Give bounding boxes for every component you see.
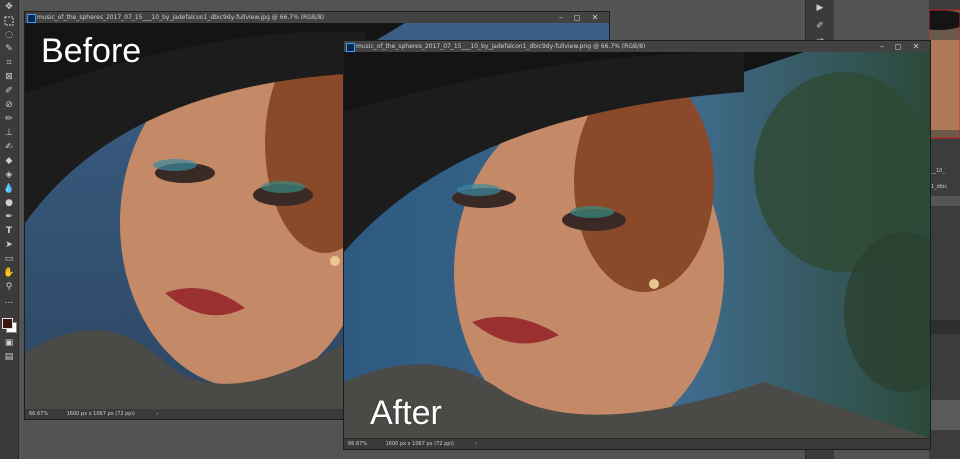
after-document-window[interactable]: music_of_the_spheres_2017_07_15___10_by_… [343,40,931,450]
after-restore-button[interactable]: ◻ [892,41,904,52]
paint-bucket-tool-icon[interactable]: ◈ [0,168,18,182]
pen-tool-icon[interactable]: ✒ [0,210,18,224]
after-minimize-button[interactable]: – [876,41,888,52]
before-zoom-level[interactable]: 66.67% [29,409,65,419]
quick-select-tool-icon[interactable]: ✎ [0,42,18,56]
clone-stamp-tool-icon[interactable]: ⊥ [0,126,18,140]
dodge-tool-icon[interactable]: ● [0,196,18,210]
brush-tool-icon[interactable]: ✏ [0,112,18,126]
blur-tool-icon[interactable]: 💧 [0,182,18,196]
before-doc-dimensions: 1600 px x 1067 px (72 ppi) [66,411,135,417]
quick-mask-icon[interactable]: ▣ [0,336,18,350]
crop-tool-icon[interactable]: ⌗ [0,56,18,70]
type-tool-icon[interactable]: T [0,224,18,238]
photoshop-file-icon [346,43,355,52]
after-zoom-level[interactable]: 66.67% [348,439,384,449]
hand-tool-icon[interactable]: ✋ [0,266,18,280]
history-brush-tool-icon[interactable]: ✍ [0,140,18,154]
screen-mode-icon[interactable]: ▤ [0,350,18,364]
after-photo [344,52,930,438]
after-close-button[interactable]: ✕ [910,41,922,52]
before-restore-button[interactable]: ◻ [571,12,583,23]
after-doc-dimensions: 1600 px x 1067 px (72 ppi) [385,441,454,447]
navigator-thumbnail [911,9,960,139]
eraser-tool-icon[interactable]: ◆ [0,154,18,168]
zoom-tool-icon[interactable]: ⚲ [0,280,18,294]
photoshop-file-icon [27,14,36,23]
lasso-tool-icon[interactable]: ◌ [0,28,18,42]
after-label: After [370,394,442,432]
before-minimize-button[interactable]: – [555,12,567,23]
panel-text-1: __10_ [931,168,945,174]
play-icon[interactable]: ▶ [806,0,834,16]
shape-tool-icon[interactable]: ▭ [0,252,18,266]
healing-brush-tool-icon[interactable]: ⊘ [0,98,18,112]
brush-panel-icon[interactable]: ✐ [806,18,834,34]
move-tool-icon[interactable]: ✥ [0,0,18,14]
before-document-tab[interactable]: music_of_the_spheres_2017_07_15___10_by_… [25,12,609,23]
eyedropper-tool-icon[interactable]: ✐ [0,84,18,98]
after-document-tab[interactable]: music_of_the_spheres_2017_07_15___10_by_… [344,41,930,52]
foreground-color-swatch[interactable] [2,318,13,329]
marquee-tool-icon[interactable] [0,14,18,28]
tools-panel: ✥ ◌ ✎ ⌗ ⊠ ✐ ⊘ ✏ ⊥ ✍ ◆ ◈ 💧 ● ✒ T ➤ ▭ ✋ ⚲ … [0,0,19,459]
navigator-panel: __10_ 1_dbic [911,0,960,459]
path-select-tool-icon[interactable]: ➤ [0,238,18,252]
before-close-button[interactable]: ✕ [589,12,601,23]
panel-text-2: 1_dbic [931,184,948,190]
after-status-bar: 66.67% 1600 px x 1067 px (72 ppi) › [344,439,930,449]
before-label: Before [41,32,142,70]
frame-tool-icon[interactable]: ⊠ [0,70,18,84]
after-document-title: music_of_the_spheres_2017_07_15___10_by_… [356,43,646,50]
after-image-canvas[interactable] [344,52,930,438]
more-tools-icon[interactable]: … [0,294,18,308]
before-document-title: music_of_the_spheres_2017_07_15___10_by_… [37,14,325,21]
after-status-arrow[interactable]: › [475,439,477,449]
before-status-arrow[interactable]: › [156,409,158,419]
